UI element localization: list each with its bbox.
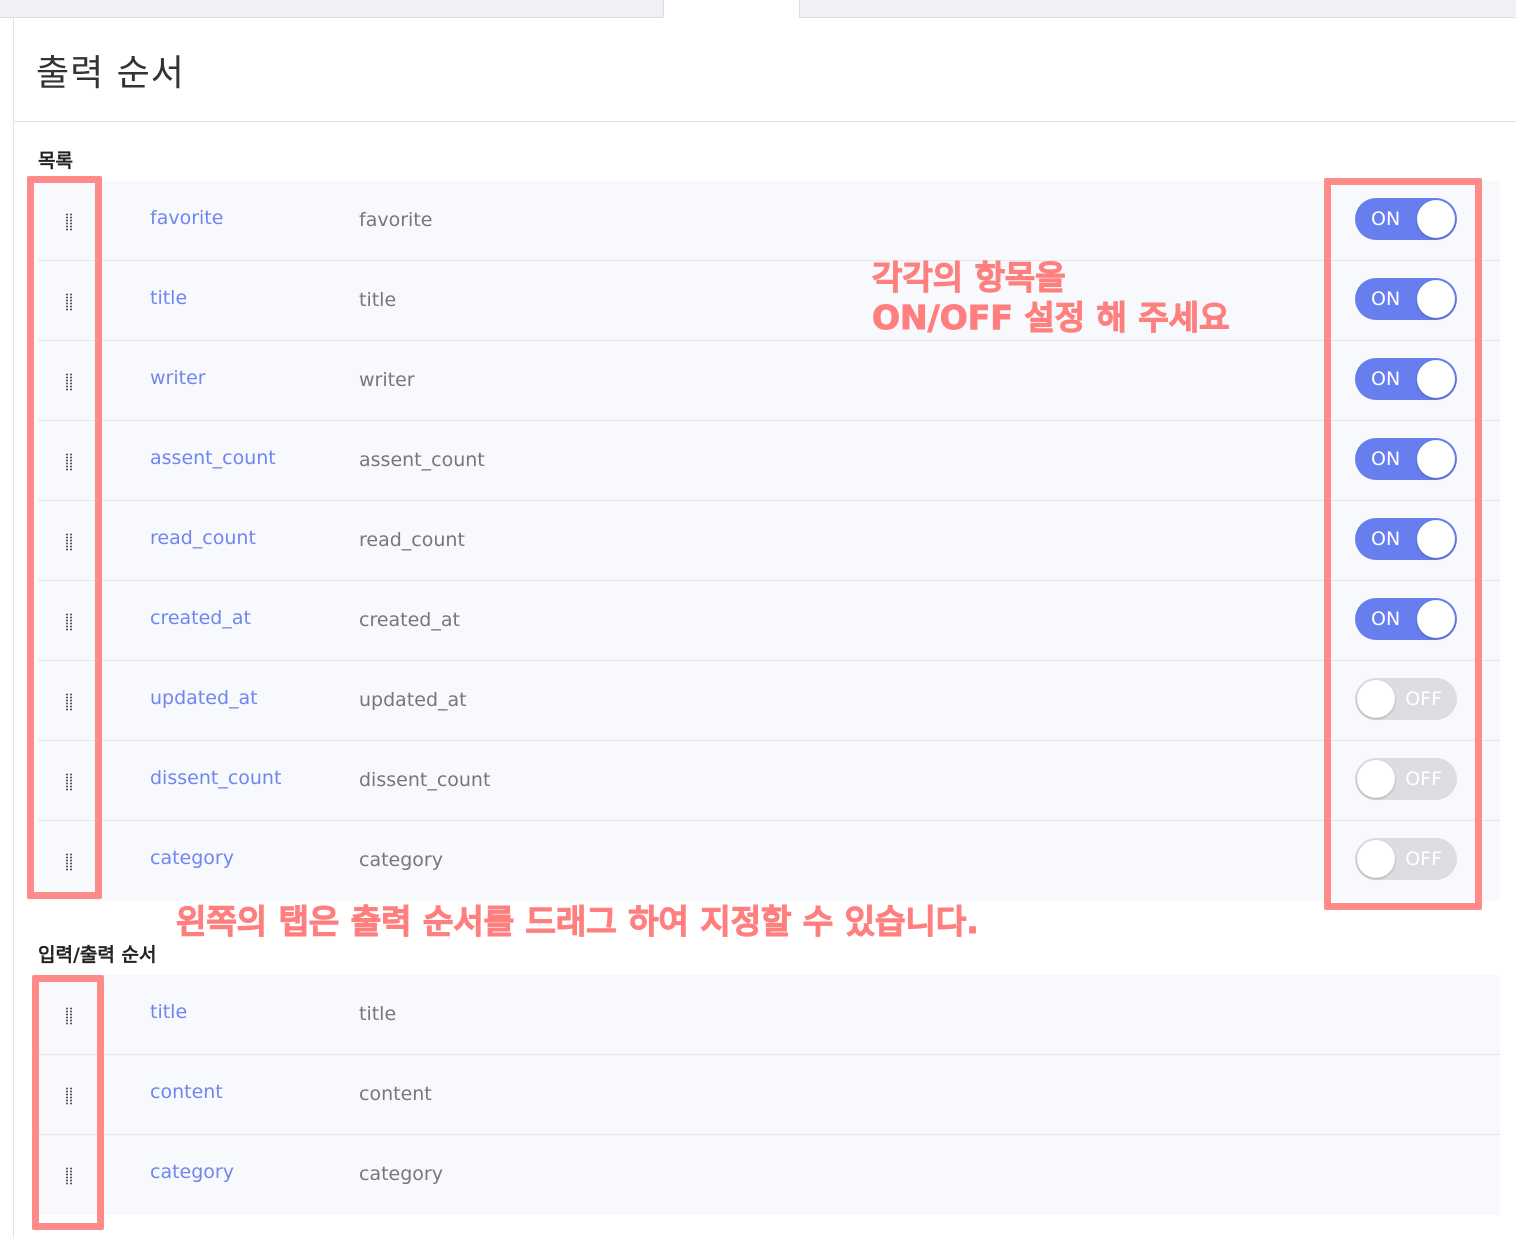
field-key: created_at: [150, 607, 251, 629]
list-section-label: 목록: [38, 150, 73, 172]
annotation-toggle-note-line2: ON/OFF 설정 해 주세요: [872, 297, 1230, 337]
field-name: content: [359, 1083, 432, 1105]
field-key: title: [150, 1001, 188, 1023]
list-row: category category OFF: [38, 821, 1500, 901]
page-title: 출력 순서: [36, 53, 185, 94]
annotation-box-handles: [27, 176, 102, 899]
list-row: dissent_count dissent_count OFF: [38, 741, 1500, 821]
field-name: category: [359, 1163, 443, 1185]
io-row: title title: [38, 975, 1500, 1055]
field-key: dissent_count: [150, 767, 282, 789]
field-name: created_at: [359, 609, 460, 631]
list-section-rows: favorite favorite ON title title ON writ…: [38, 181, 1500, 901]
list-row: updated_at updated_at OFF: [38, 661, 1500, 741]
active-tab[interactable]: [663, 0, 800, 19]
list-row: title title ON: [38, 261, 1500, 341]
list-row: writer writer ON: [38, 341, 1500, 421]
field-name: read_count: [359, 529, 465, 551]
field-key: title: [150, 287, 188, 309]
io-section-rows: title title content content category cat…: [38, 975, 1500, 1215]
list-row: created_at created_at ON: [38, 581, 1500, 661]
annotation-toggle-note-line1: 각각의 항목을: [872, 258, 1067, 298]
field-name: category: [359, 849, 443, 871]
field-name: writer: [359, 369, 415, 391]
panel-header: 출력 순서: [14, 18, 1516, 122]
field-name: updated_at: [359, 689, 467, 711]
tab-strip: [0, 0, 1516, 19]
field-key: category: [150, 847, 234, 869]
field-key: updated_at: [150, 687, 258, 709]
annotation-drag-note: 왼쪽의 탭은 출력 순서를 드래그 하여 지정할 수 있습니다.: [176, 902, 980, 942]
annotation-toggle-note: 각각의 항목을 ON/OFF 설정 해 주세요: [872, 258, 1230, 338]
field-name: title: [359, 289, 397, 311]
io-row: category category: [38, 1135, 1500, 1215]
field-name: dissent_count: [359, 769, 491, 791]
annotation-box-io-handles: [32, 975, 104, 1230]
field-key: content: [150, 1081, 223, 1103]
io-row: content content: [38, 1055, 1500, 1135]
field-key: category: [150, 1161, 234, 1183]
io-section-label: 입력/출력 순서: [38, 944, 157, 966]
output-order-panel: 출력 순서 목록 favorite favorite ON title titl…: [13, 18, 1516, 1238]
field-key: read_count: [150, 527, 256, 549]
list-row: read_count read_count ON: [38, 501, 1500, 581]
field-key: favorite: [150, 207, 224, 229]
field-key: assent_count: [150, 447, 276, 469]
field-key: writer: [150, 367, 206, 389]
field-name: assent_count: [359, 449, 485, 471]
list-row: favorite favorite ON: [38, 181, 1500, 261]
field-name: favorite: [359, 209, 433, 231]
annotation-box-toggles: [1324, 178, 1482, 910]
list-row: assent_count assent_count ON: [38, 421, 1500, 501]
field-name: title: [359, 1003, 397, 1025]
